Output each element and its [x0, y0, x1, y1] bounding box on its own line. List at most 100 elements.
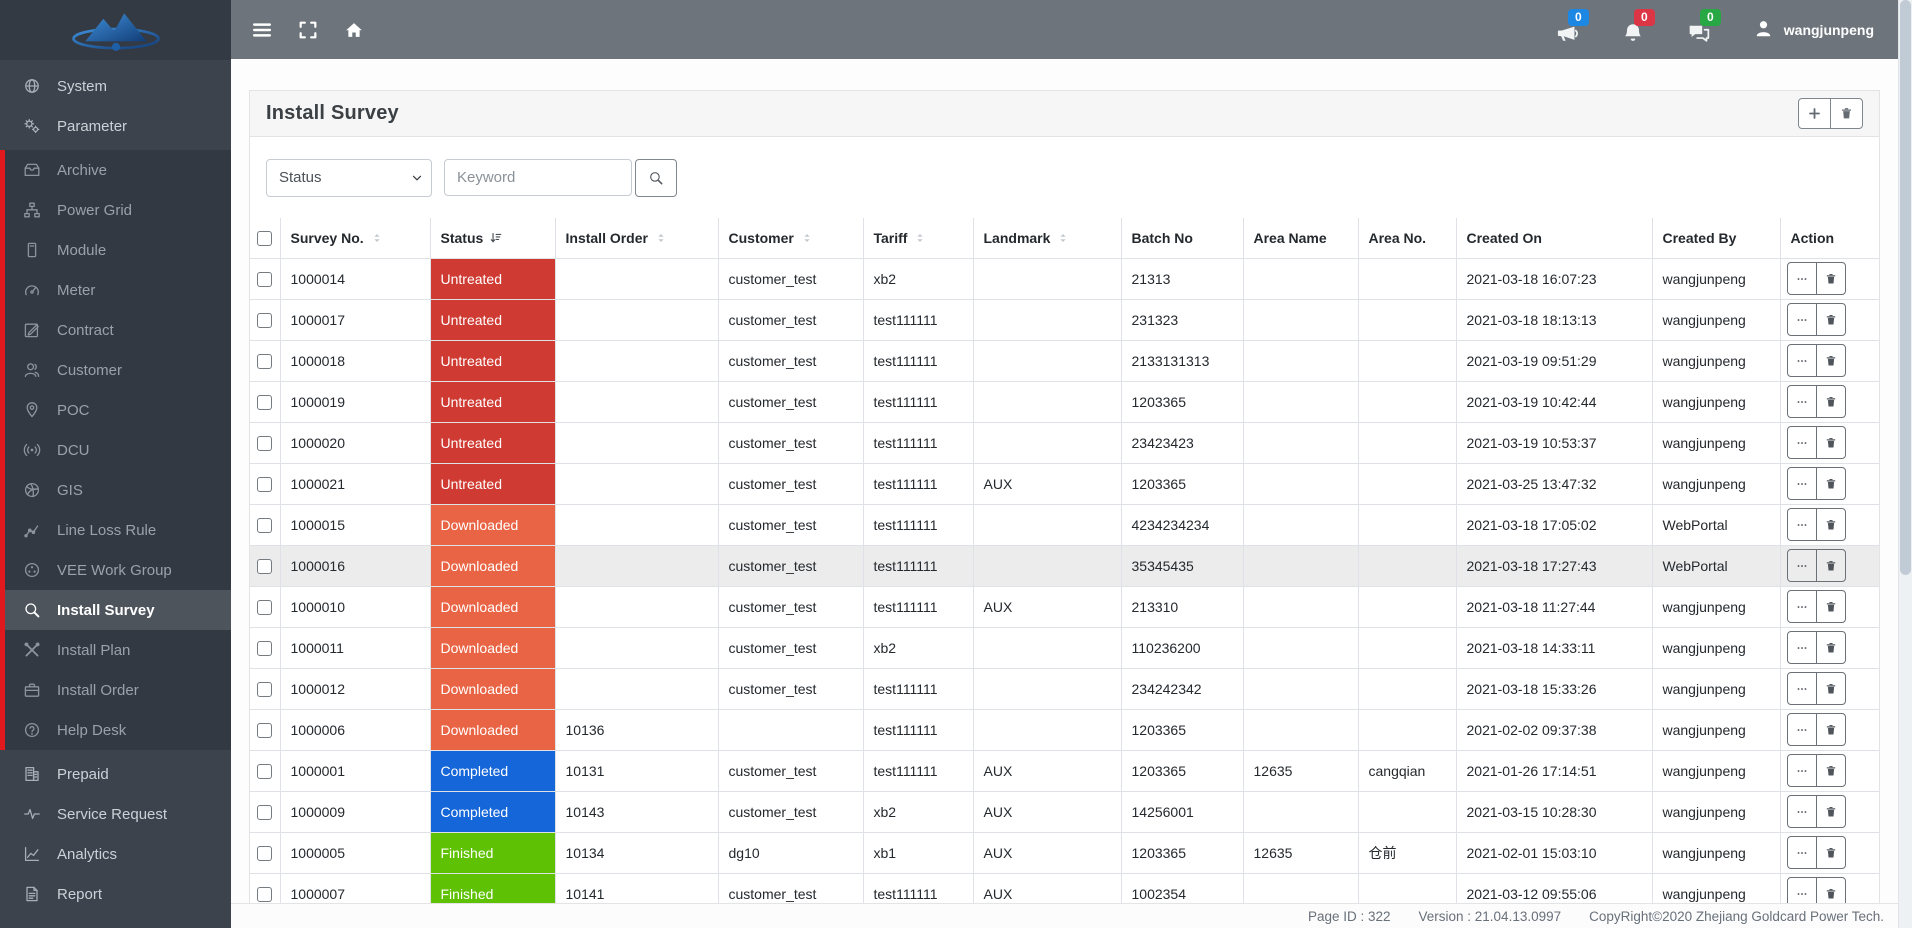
notifications-indicator[interactable]: 0: [1621, 17, 1647, 43]
more-actions-button[interactable]: [1787, 385, 1817, 418]
row-checkbox[interactable]: [257, 723, 272, 738]
column-header-install-order[interactable]: Install Order: [555, 218, 718, 258]
column-header-status[interactable]: Status: [430, 218, 555, 258]
select-all-checkbox[interactable]: [257, 231, 272, 246]
sidebar-item-dcu[interactable]: DCU: [5, 430, 231, 470]
scrollbar-thumb[interactable]: [1900, 0, 1911, 575]
sidebar-item-customer[interactable]: Customer: [5, 350, 231, 390]
more-actions-button[interactable]: [1787, 467, 1817, 500]
table-row[interactable]: 1000020Untreatedcustomer_testtest1111112…: [250, 422, 1879, 463]
row-checkbox[interactable]: [257, 272, 272, 287]
more-actions-button[interactable]: [1787, 590, 1817, 623]
user-menu[interactable]: wangjunpeng: [1753, 18, 1874, 42]
more-actions-button[interactable]: [1787, 713, 1817, 746]
sidebar-item-report[interactable]: Report: [0, 874, 231, 914]
column-header-survey-no[interactable]: Survey No.: [280, 218, 430, 258]
delete-row-button[interactable]: [1816, 303, 1846, 336]
table-row[interactable]: 1000014Untreatedcustomer_testxb221313202…: [250, 258, 1879, 299]
row-checkbox[interactable]: [257, 887, 272, 902]
delete-row-button[interactable]: [1816, 836, 1846, 869]
sidebar-item-meter[interactable]: Meter: [5, 270, 231, 310]
app-logo[interactable]: [0, 0, 231, 60]
table-row[interactable]: 1000016Downloadedcustomer_testtest111111…: [250, 545, 1879, 586]
delete-row-button[interactable]: [1816, 754, 1846, 787]
table-row[interactable]: 1000009Completed10143customer_testxb2AUX…: [250, 791, 1879, 832]
sidebar-item-help-desk[interactable]: Help Desk: [5, 710, 231, 750]
sidebar-item-contract[interactable]: Contract: [5, 310, 231, 350]
messages-indicator[interactable]: 0: [1687, 17, 1713, 43]
table-row[interactable]: 1000010Downloadedcustomer_testtest111111…: [250, 586, 1879, 627]
column-header-customer[interactable]: Customer: [718, 218, 863, 258]
delete-button[interactable]: [1830, 98, 1863, 129]
sidebar-item-vee-work-group[interactable]: VEE Work Group: [5, 550, 231, 590]
delete-row-button[interactable]: [1816, 713, 1846, 746]
status-select[interactable]: Status: [266, 159, 432, 197]
sidebar-item-install-survey[interactable]: Install Survey: [5, 590, 231, 630]
table-row[interactable]: 1000005Finished10134dg10xb1AUX1203365126…: [250, 832, 1879, 873]
delete-row-button[interactable]: [1816, 467, 1846, 500]
more-actions-button[interactable]: [1787, 672, 1817, 705]
row-checkbox[interactable]: [257, 354, 272, 369]
table-row[interactable]: 1000019Untreatedcustomer_testtest1111111…: [250, 381, 1879, 422]
sidebar-item-poc[interactable]: POC: [5, 390, 231, 430]
delete-row-button[interactable]: [1816, 426, 1846, 459]
sidebar-item-module[interactable]: Module: [5, 230, 231, 270]
table-row[interactable]: 1000021Untreatedcustomer_testtest111111A…: [250, 463, 1879, 504]
sidebar-item-archive[interactable]: Archive: [5, 150, 231, 190]
table-row[interactable]: 1000012Downloadedcustomer_testtest111111…: [250, 668, 1879, 709]
row-checkbox[interactable]: [257, 805, 272, 820]
home-button[interactable]: [341, 17, 367, 43]
delete-row-button[interactable]: [1816, 590, 1846, 623]
sidebar-item-install-plan[interactable]: Install Plan: [5, 630, 231, 670]
row-checkbox[interactable]: [257, 559, 272, 574]
sidebar-item-power-grid[interactable]: Power Grid: [5, 190, 231, 230]
row-checkbox[interactable]: [257, 436, 272, 451]
delete-row-button[interactable]: [1816, 631, 1846, 664]
search-button[interactable]: [635, 159, 677, 197]
more-actions-button[interactable]: [1787, 344, 1817, 377]
more-actions-button[interactable]: [1787, 754, 1817, 787]
table-row[interactable]: 1000018Untreatedcustomer_testtest1111112…: [250, 340, 1879, 381]
sidebar-item-system[interactable]: System: [0, 66, 231, 106]
sidebar-item-line-loss-rule[interactable]: Line Loss Rule: [5, 510, 231, 550]
keyword-input[interactable]: [444, 159, 632, 196]
delete-row-button[interactable]: [1816, 344, 1846, 377]
page-scrollbar[interactable]: [1898, 0, 1912, 928]
add-button[interactable]: [1798, 98, 1831, 129]
sidebar-item-gis[interactable]: GIS: [5, 470, 231, 510]
more-actions-button[interactable]: [1787, 262, 1817, 295]
announcements-indicator[interactable]: 0: [1555, 17, 1581, 43]
more-actions-button[interactable]: [1787, 508, 1817, 541]
more-actions-button[interactable]: [1787, 795, 1817, 828]
more-actions-button[interactable]: [1787, 549, 1817, 582]
delete-row-button[interactable]: [1816, 795, 1846, 828]
row-checkbox[interactable]: [257, 477, 272, 492]
delete-row-button[interactable]: [1816, 262, 1846, 295]
row-checkbox[interactable]: [257, 395, 272, 410]
sidebar-item-analytics[interactable]: Analytics: [0, 834, 231, 874]
table-row[interactable]: 1000011Downloadedcustomer_testxb21102362…: [250, 627, 1879, 668]
table-row[interactable]: 1000001Completed10131customer_testtest11…: [250, 750, 1879, 791]
more-actions-button[interactable]: [1787, 426, 1817, 459]
fullscreen-button[interactable]: [295, 17, 321, 43]
delete-row-button[interactable]: [1816, 508, 1846, 541]
row-checkbox[interactable]: [257, 518, 272, 533]
row-checkbox[interactable]: [257, 600, 272, 615]
row-checkbox[interactable]: [257, 682, 272, 697]
row-checkbox[interactable]: [257, 641, 272, 656]
table-row[interactable]: 1000017Untreatedcustomer_testtest1111112…: [250, 299, 1879, 340]
sidebar-item-service-request[interactable]: Service Request: [0, 794, 231, 834]
table-row[interactable]: 1000006Downloaded10136test11111112033652…: [250, 709, 1879, 750]
table-row[interactable]: 1000015Downloadedcustomer_testtest111111…: [250, 504, 1879, 545]
delete-row-button[interactable]: [1816, 672, 1846, 705]
more-actions-button[interactable]: [1787, 303, 1817, 336]
delete-row-button[interactable]: [1816, 549, 1846, 582]
menu-button[interactable]: [249, 17, 275, 43]
row-checkbox[interactable]: [257, 764, 272, 779]
sidebar-item-prepaid[interactable]: Prepaid: [0, 754, 231, 794]
column-header-landmark[interactable]: Landmark: [973, 218, 1121, 258]
row-checkbox[interactable]: [257, 846, 272, 861]
row-checkbox[interactable]: [257, 313, 272, 328]
more-actions-button[interactable]: [1787, 836, 1817, 869]
delete-row-button[interactable]: [1816, 385, 1846, 418]
